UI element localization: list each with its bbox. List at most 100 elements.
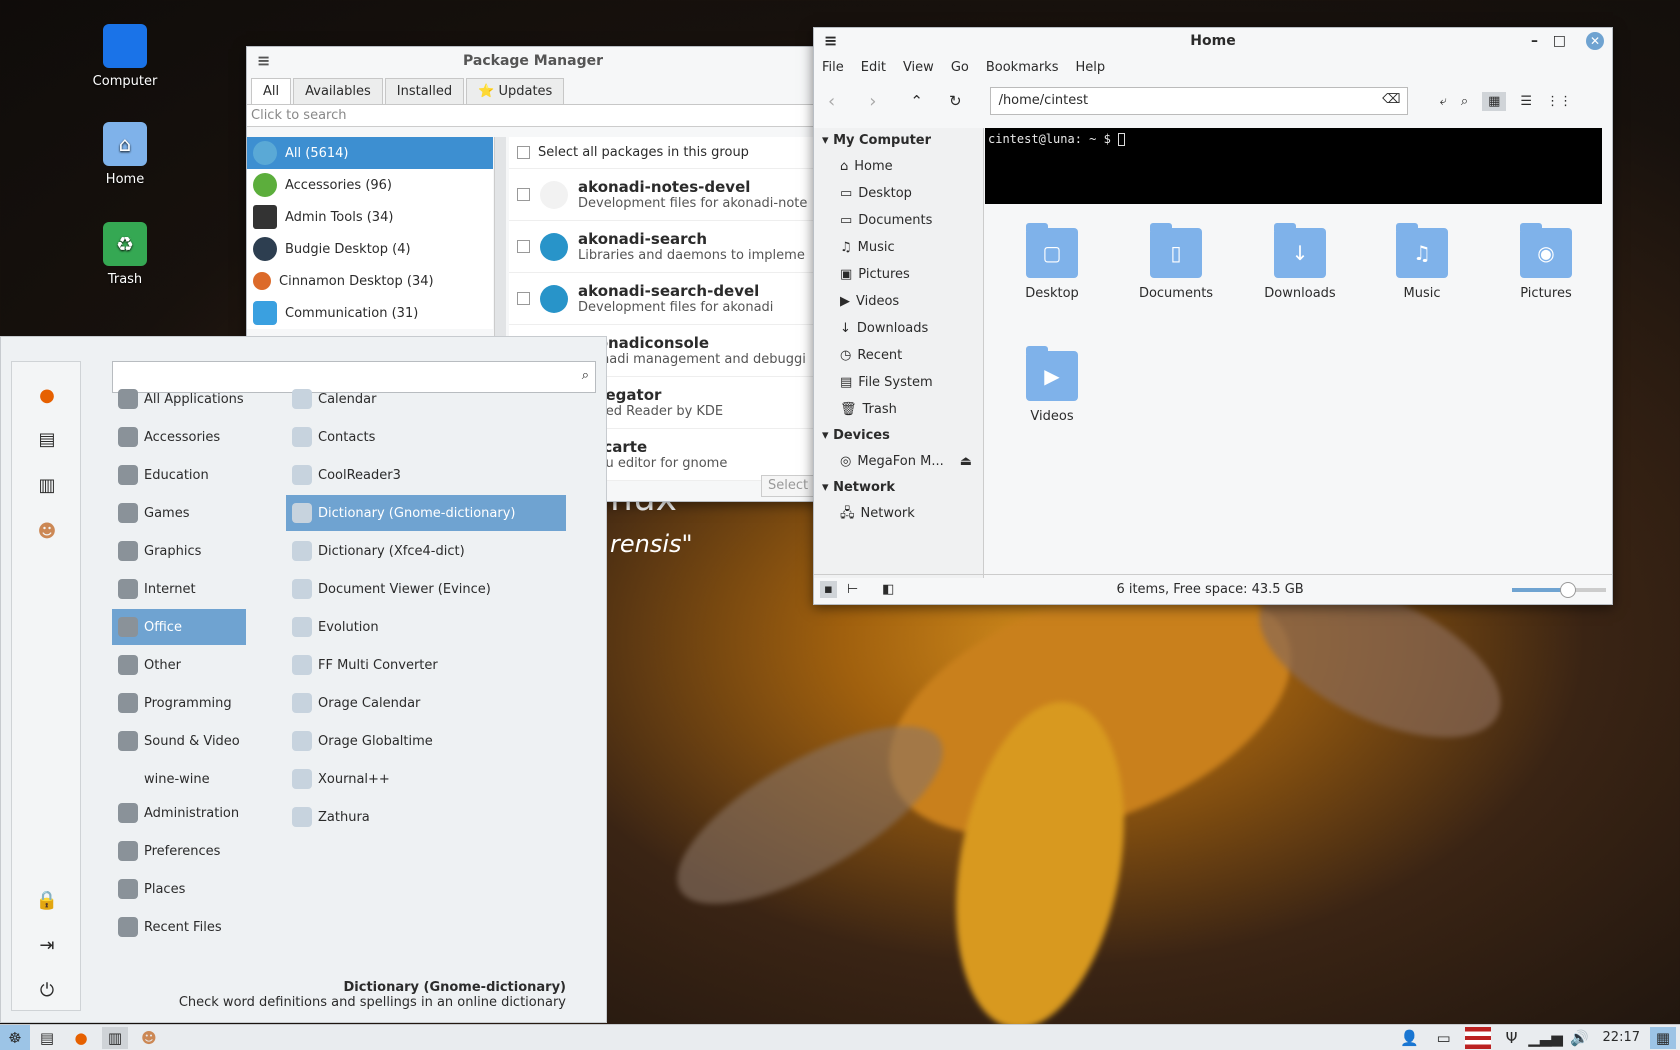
forward-icon[interactable]: › (869, 91, 876, 112)
file-item[interactable]: ▶ Videos (997, 346, 1107, 424)
package-row[interactable]: akonadi-notes-devel Development files for… (509, 169, 819, 221)
sidebar-item-trash[interactable]: 🗑 Trash (814, 396, 983, 423)
menu-app-item[interactable]: Dictionary (Xfce4-dict) (286, 533, 566, 569)
menu-bookmarks[interactable]: Bookmarks (986, 60, 1059, 75)
settings-icon[interactable]: ▤ (34, 1027, 60, 1049)
show-places-icon[interactable]: ▪ (820, 581, 837, 598)
toggle-location-icon[interactable]: ⤶ (1440, 94, 1447, 109)
group-item[interactable]: All (5614) (247, 137, 493, 169)
group-item[interactable]: Accessories (96) (247, 169, 493, 201)
group-item[interactable]: Budgie Desktop (4) (247, 233, 493, 265)
tab-updates[interactable]: ⭐ Updates (466, 78, 565, 104)
sidebar-item-recent[interactable]: ◷ Recent (814, 342, 983, 369)
menu-category[interactable]: Sound & Video (112, 723, 246, 759)
menu-category[interactable]: wine-wine (112, 761, 246, 797)
sidebar-item-music[interactable]: ♫ Music (814, 234, 983, 261)
group-item[interactable]: Cinnamon Desktop (34) (247, 265, 493, 297)
file-item[interactable]: ▯ Documents (1121, 223, 1231, 301)
user-icon[interactable]: 👤 (1397, 1027, 1423, 1049)
select-all-checkbox[interactable] (517, 146, 530, 159)
settings-icon[interactable]: ▤ (34, 426, 60, 452)
menu-app-item[interactable]: Evolution (286, 609, 566, 645)
hamburger-menu-icon[interactable]: ≡ (257, 47, 270, 75)
package-manager-icon[interactable]: ▥ (34, 472, 60, 498)
logout-icon[interactable]: ⇥ (34, 932, 60, 958)
menu-app-item[interactable]: Document Viewer (Evince) (286, 571, 566, 607)
menu-app-item[interactable]: Contacts (286, 419, 566, 455)
menu-category[interactable]: Programming (112, 685, 246, 721)
mascot-icon[interactable]: ☻ (34, 518, 60, 544)
toggle-sidebar-icon[interactable]: ◧ (878, 581, 898, 598)
clock[interactable]: 22:17 (1603, 1030, 1640, 1045)
whisker-menu-icon[interactable]: ☸ (0, 1024, 30, 1050)
menu-category[interactable]: Accessories (112, 419, 246, 455)
menu-file[interactable]: File (822, 60, 844, 75)
sidebar-section-my-computer[interactable]: ▾ My Computer (814, 128, 983, 153)
select-button[interactable]: Select (761, 475, 819, 497)
menu-edit[interactable]: Edit (861, 60, 886, 75)
sidebar-item-desktop[interactable]: ▭ Desktop (814, 180, 983, 207)
window-titlebar[interactable]: ≡ Package Manager (247, 47, 819, 75)
menu-category[interactable]: Preferences (112, 833, 246, 869)
hamburger-menu-icon[interactable]: ≡ (824, 28, 837, 54)
eject-icon[interactable]: ⏏ (960, 448, 972, 475)
select-all-row[interactable]: Select all packages in this group (509, 137, 819, 169)
list-view-icon[interactable]: ☰ (1520, 94, 1532, 109)
file-item[interactable]: ▢ Desktop (997, 223, 1107, 301)
us-flag-icon[interactable] (1464, 1026, 1491, 1049)
menu-category[interactable]: Education (112, 457, 246, 493)
sidebar-item-network[interactable]: 🖧 Network (814, 500, 983, 527)
signal-icon[interactable]: ▁▃▅ (1528, 1027, 1563, 1049)
sidebar-item-file-system[interactable]: ▤ File System (814, 369, 983, 396)
mascot-icon[interactable]: ☻ (136, 1027, 162, 1049)
package-manager-icon[interactable]: ▥ (102, 1026, 128, 1049)
sidebar-item-home[interactable]: ⌂ Home (814, 153, 983, 180)
firefox-icon[interactable]: ● (34, 382, 60, 408)
menu-category[interactable]: Games (112, 495, 246, 531)
menu-category[interactable]: Other (112, 647, 246, 683)
file-item[interactable]: ♫ Music (1367, 223, 1477, 301)
menu-category[interactable]: Internet (112, 571, 246, 607)
icon-view-icon[interactable]: ▦ (1482, 91, 1507, 111)
tab-all[interactable]: All (251, 78, 292, 104)
sidebar-item-documents[interactable]: ▭ Documents (814, 207, 983, 234)
menu-category[interactable]: Office (112, 609, 246, 645)
menu-category[interactable]: All Applications (112, 381, 246, 417)
location-input[interactable]: /home/cintest ⌫ (989, 87, 1408, 115)
menu-app-item[interactable]: CoolReader3 (286, 457, 566, 493)
show-tree-icon[interactable]: ⊢ (843, 581, 862, 598)
desktop-icon-home[interactable]: ⌂ Home (80, 122, 170, 187)
menu-category[interactable]: Administration (112, 795, 246, 831)
window-titlebar[interactable]: ≡ Home – □ ✕ (814, 28, 1612, 54)
close-icon[interactable]: ✕ (1586, 32, 1604, 50)
sidebar-item-downloads[interactable]: ↓ Downloads (814, 315, 983, 342)
sidebar-section-network[interactable]: ▾ Network (814, 475, 983, 500)
search-icon[interactable]: ⌕ (1461, 94, 1468, 109)
tab-availables[interactable]: Availables (293, 78, 383, 104)
menu-category[interactable]: Graphics (112, 533, 246, 569)
menu-app-item[interactable]: Calendar (286, 381, 566, 417)
back-icon[interactable]: ‹ (828, 91, 835, 112)
up-icon[interactable]: ⌃ (910, 92, 923, 110)
sidebar-section-devices[interactable]: ▾ Devices (814, 423, 983, 448)
firefox-icon[interactable]: ● (68, 1027, 94, 1049)
menu-app-item[interactable]: FF Multi Converter (286, 647, 566, 683)
package-checkbox[interactable] (517, 240, 530, 253)
sidebar-item-pictures[interactable]: ▣ Pictures (814, 261, 983, 288)
maximize-icon[interactable]: □ (1553, 28, 1566, 54)
desktop-icon-trash[interactable]: ♻ Trash (80, 222, 170, 287)
usb-icon[interactable]: Ψ (1499, 1027, 1525, 1049)
menu-app-item[interactable]: Dictionary (Gnome-dictionary) (286, 495, 566, 531)
menu-app-item[interactable]: Xournal++ (286, 761, 566, 797)
lock-icon[interactable]: 🔒 (34, 887, 60, 913)
embedded-terminal[interactable]: cintest@luna: ~ $ (985, 128, 1602, 204)
menu-app-item[interactable]: Orage Globaltime (286, 723, 566, 759)
package-row[interactable]: akonadi-search Libraries and daemons to i… (509, 221, 819, 273)
package-checkbox[interactable] (517, 292, 530, 305)
menu-app-item[interactable]: Zathura (286, 799, 566, 835)
sidebar-item-device[interactable]: ◎ MegaFon M... ⏏ (814, 448, 983, 475)
package-search-input[interactable]: Click to search (247, 105, 819, 127)
menu-view[interactable]: View (903, 60, 934, 75)
group-item[interactable]: Communication (31) (247, 297, 493, 329)
package-row[interactable]: akonadi-search-devel Development files fo… (509, 273, 819, 325)
